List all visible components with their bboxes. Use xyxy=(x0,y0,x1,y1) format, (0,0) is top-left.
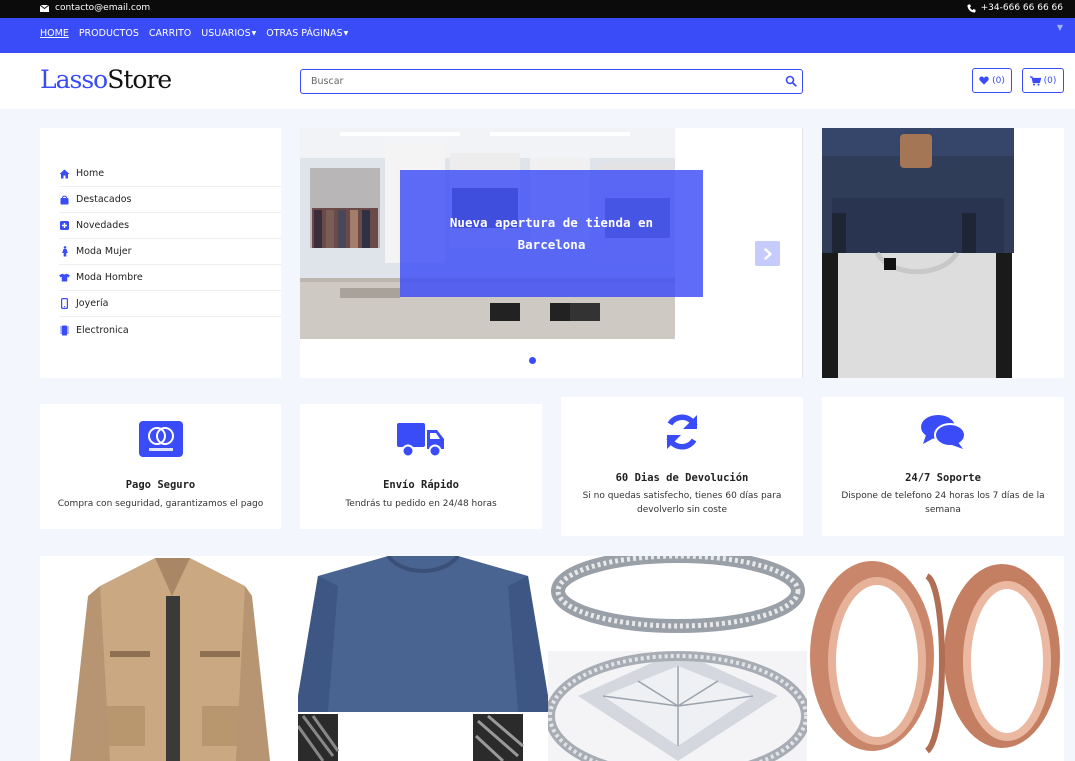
sidebar-item-label: Moda Mujer xyxy=(76,246,132,257)
comments-icon xyxy=(822,414,1064,450)
search-input[interactable] xyxy=(301,70,761,93)
feature-description: Tendrás tu pedido en 24/48 horas xyxy=(345,499,497,509)
wishlist-button[interactable]: (0) xyxy=(972,68,1012,93)
sidebar-item-moda-hombre[interactable]: Moda Hombre xyxy=(59,265,281,291)
carousel-indicator[interactable] xyxy=(529,357,536,364)
sidebar-item-electronica[interactable]: Electronica xyxy=(59,317,281,343)
product-image-jacket[interactable] xyxy=(40,556,298,761)
nav-item-carrito[interactable]: CARRITO xyxy=(149,28,191,39)
nav-item-home[interactable]: HOME xyxy=(40,28,69,39)
contact-email[interactable]: contacto@email.com xyxy=(40,3,150,13)
cart-button[interactable]: (0) xyxy=(1022,68,1064,93)
microchip-icon xyxy=(59,325,70,336)
phone-icon xyxy=(967,3,976,13)
logo-part-store: Store xyxy=(107,65,172,94)
carousel-next-button[interactable] xyxy=(755,241,780,266)
product-image-diamond-ring[interactable] xyxy=(548,556,807,761)
contact-email-text: contacto@email.com xyxy=(55,3,151,13)
chevron-right-icon xyxy=(763,247,772,260)
feature-title: 24/7 Soporte xyxy=(905,472,981,484)
heart-icon xyxy=(979,76,989,85)
nav-item-productos[interactable]: PRODUCTOS xyxy=(79,28,139,39)
main-navbar: HOME PRODUCTOS CARRITO USUARIOS▼ OTRAS P… xyxy=(0,18,1075,53)
chevron-down-icon[interactable]: ▼ xyxy=(1057,23,1063,32)
site-header: LassoStore (0) (0) xyxy=(0,53,1075,109)
shopping-bag-icon xyxy=(59,195,70,205)
nav-item-label: USUARIOS xyxy=(201,28,251,39)
feature-description: Compra con seguridad, garantizamos el pa… xyxy=(57,499,264,509)
feature-card-soporte: 24/7 Soporte Dispone de telefono 24 hora… xyxy=(822,397,1064,536)
shopping-cart-icon xyxy=(1029,75,1041,86)
slide-caption-text: Nueva apertura de tienda en Barcelona xyxy=(449,214,654,252)
truck-icon xyxy=(300,421,542,459)
plus-square-icon xyxy=(59,221,70,230)
wishlist-count: (0) xyxy=(992,75,1005,86)
feature-card-devolucion: 60 Dias de Devolución Si no quedas satis… xyxy=(561,397,803,536)
category-sidebar: Home Destacados Novedades Moda Mujer Mod… xyxy=(40,128,281,378)
feature-card-pago-seguro: Pago Seguro Compra con seguridad, garant… xyxy=(40,404,281,529)
feature-description: Dispone de telefono 24 horas los 7 días … xyxy=(841,491,1045,515)
sidebar-item-label: Home xyxy=(76,168,105,179)
sidebar-item-novedades[interactable]: Novedades xyxy=(59,213,281,239)
contact-phone[interactable]: +34-666 66 66 66 xyxy=(967,3,1063,13)
sidebar-item-home[interactable]: Home xyxy=(59,161,281,187)
sidebar-item-joyeria[interactable]: Joyería xyxy=(59,291,281,317)
envelope-icon xyxy=(40,4,49,12)
nav-item-otras-paginas[interactable]: OTRAS PÁGINAS▼ xyxy=(266,28,348,39)
nav-menu: HOME PRODUCTOS CARRITO USUARIOS▼ OTRAS P… xyxy=(40,28,348,39)
nav-item-usuarios[interactable]: USUARIOS▼ xyxy=(201,28,256,39)
feature-description: Si no quedas satisfecho, tienes 60 días … xyxy=(582,491,782,515)
caret-down-icon: ▼ xyxy=(343,30,349,37)
feature-title: Pago Seguro xyxy=(125,479,196,491)
sidebar-item-destacados[interactable]: Destacados xyxy=(59,187,281,213)
caret-down-icon: ▼ xyxy=(251,30,257,37)
nav-item-label: CARRITO xyxy=(148,28,192,39)
sync-icon xyxy=(561,412,803,452)
promo-product-image[interactable] xyxy=(822,128,1064,378)
search-box xyxy=(300,69,803,94)
nav-item-label: OTRAS PÁGINAS xyxy=(266,28,343,39)
nav-item-label: HOME xyxy=(40,28,69,39)
feature-title: 60 Dias de Devolución xyxy=(615,472,749,484)
search-icon[interactable] xyxy=(785,75,797,90)
tshirt-icon xyxy=(59,273,70,282)
site-logo[interactable]: LassoStore xyxy=(40,65,172,94)
feature-card-envio-rapido: Envío Rápido Tendrás tu pedido en 24/48 … xyxy=(300,404,542,529)
nav-item-label: PRODUCTOS xyxy=(78,28,139,39)
slide-caption: Nueva apertura de tienda en Barcelona xyxy=(400,170,703,297)
female-icon xyxy=(59,246,70,257)
feature-title: Envío Rápido xyxy=(383,479,459,491)
sidebar-item-moda-mujer[interactable]: Moda Mujer xyxy=(59,239,281,265)
sidebar-item-label: Novedades xyxy=(76,220,130,231)
cart-count: (0) xyxy=(1043,75,1057,86)
mobile-icon xyxy=(59,298,70,309)
logo-part-lasso: Lasso xyxy=(40,65,108,94)
carousel-divider xyxy=(802,128,803,378)
contact-phone-text: +34-666 66 66 66 xyxy=(980,3,1063,13)
sidebar-item-label: Electronica xyxy=(76,324,129,336)
mastercard-icon xyxy=(40,421,281,457)
sidebar-item-label: Moda Hombre xyxy=(76,272,143,283)
sidebar-item-label: Destacados xyxy=(76,194,132,205)
product-image-sweater[interactable] xyxy=(298,556,548,761)
hero-carousel: Nueva apertura de tienda en Barcelona xyxy=(300,128,803,378)
top-bar: contacto@email.com +34-666 66 66 66 xyxy=(0,0,1075,18)
home-icon xyxy=(59,169,70,179)
product-image-rose-gold-ring[interactable] xyxy=(807,556,1064,761)
sidebar-item-label: Joyería xyxy=(76,298,109,309)
